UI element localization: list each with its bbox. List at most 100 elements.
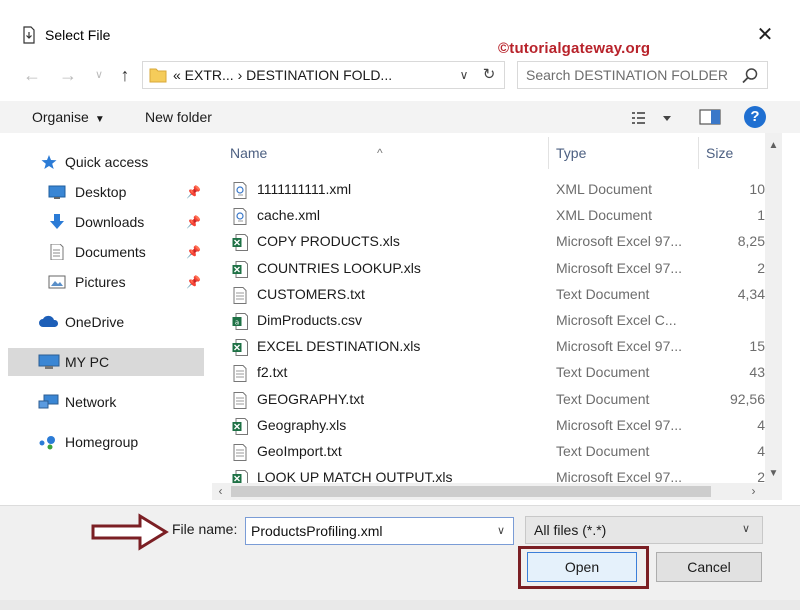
scroll-down-icon[interactable]: ▼	[765, 467, 782, 481]
title-bar: Select File ©tutorialgateway.org ✕	[0, 0, 800, 58]
file-row[interactable]: GeoImport.txt Text Document 4	[212, 438, 765, 464]
refresh-icon[interactable]: ↻	[479, 65, 499, 85]
sidebar-item-label: Downloads	[75, 214, 145, 230]
pin-icon: 📌	[186, 185, 201, 199]
back-arrow-icon[interactable]: ←	[22, 64, 42, 86]
scroll-right-icon[interactable]: ›	[745, 483, 762, 500]
sidebar-item-label: Quick access	[65, 154, 149, 170]
download-icon	[50, 214, 64, 229]
file-open-icon	[23, 26, 35, 44]
search-input[interactable]	[526, 66, 731, 84]
sidebar-item-homegroup[interactable]: Homegroup	[38, 428, 206, 456]
column-header-type[interactable]: Type	[556, 133, 696, 173]
file-size: 4	[757, 416, 765, 433]
file-type-select[interactable]: All files (*.*) ∨	[525, 516, 763, 544]
sidebar-item-pictures[interactable]: Pictures 📌	[48, 268, 206, 296]
file-row[interactable]: COUNTRIES LOOKUP.xls Microsoft Excel 97..…	[212, 255, 765, 281]
chevron-down-icon: ∨	[742, 523, 751, 535]
organise-button[interactable]: Organise ▼	[32, 109, 105, 125]
file-size: 15	[749, 338, 765, 355]
sidebar-item-desktop[interactable]: Desktop 📌	[48, 178, 206, 206]
xml-file-icon	[232, 207, 248, 226]
pin-icon: 📌	[186, 245, 201, 259]
computer-icon	[38, 354, 60, 369]
xml-file-icon	[232, 181, 248, 199]
file-row[interactable]: Geography.xls Microsoft Excel 97... 4	[212, 412, 765, 438]
file-type: Microsoft Excel 97...	[556, 469, 683, 483]
sidebar-item-label: Pictures	[75, 274, 126, 290]
watermark: ©tutorialgateway.org	[498, 40, 651, 57]
vertical-scrollbar[interactable]: ▲ ▼	[765, 133, 782, 483]
sidebar-item-quick-access[interactable]: Quick access	[40, 148, 200, 176]
scroll-corner	[765, 483, 782, 500]
column-header-size[interactable]: Size	[706, 133, 765, 173]
sidebar-item-network[interactable]: Network	[38, 388, 206, 416]
chevron-down-icon[interactable]: ∨	[493, 522, 509, 540]
sidebar-item-downloads[interactable]: Downloads 📌	[48, 208, 206, 236]
file-list: Name ^ Type Size 1111111111.xml XML Docum…	[212, 133, 765, 483]
file-row[interactable]: CUSTOMERS.txt Text Document 4,34	[212, 281, 765, 307]
address-path[interactable]: « EXTR... › DESTINATION FOLD...	[173, 67, 392, 83]
new-folder-button[interactable]: New folder	[145, 109, 212, 125]
preview-pane-icon[interactable]	[699, 109, 721, 125]
window-title: Select File	[45, 27, 111, 43]
help-icon[interactable]: ?	[744, 106, 766, 128]
annotation-arrow-icon	[91, 513, 169, 551]
address-bar[interactable]: « EXTR... › DESTINATION FOLD... ∨ ↻	[142, 61, 505, 89]
file-row[interactable]: EXCEL DESTINATION.xls Microsoft Excel 97.…	[212, 333, 765, 359]
file-type: Microsoft Excel 97...	[556, 259, 683, 276]
file-type: Text Document	[556, 390, 650, 407]
column-header-name[interactable]: Name	[230, 133, 540, 173]
sidebar-item-onedrive[interactable]: OneDrive	[38, 308, 206, 336]
chevron-down-icon[interactable]: ∨	[455, 65, 473, 85]
recent-locations-chevron-icon[interactable]: ∨	[92, 64, 106, 86]
file-name-label: File name:	[172, 521, 238, 537]
cancel-button[interactable]: Cancel	[656, 552, 762, 582]
file-type: Microsoft Excel 97...	[556, 338, 683, 355]
file-type: Text Document	[556, 443, 650, 459]
up-arrow-icon[interactable]: ↑	[114, 64, 136, 86]
scrollbar-thumb[interactable]	[231, 486, 711, 497]
sidebar-item-label: Desktop	[75, 184, 127, 200]
file-row[interactable]: cache.xml XML Document 1	[212, 202, 765, 228]
file-row[interactable]: f2.txt Text Document 43	[212, 359, 765, 385]
file-row[interactable]: LOOK UP MATCH OUTPUT.xls Microsoft Excel …	[212, 464, 765, 483]
file-name: cache.xml	[257, 207, 321, 224]
file-row[interactable]: GEOGRAPHY.txt Text Document 92,56	[212, 386, 765, 412]
file-row[interactable]: 1111111111.xml XML Document 10	[212, 176, 765, 202]
view-options-icon[interactable]	[630, 110, 676, 126]
search-icon[interactable]	[740, 66, 760, 86]
file-name-combobox[interactable]: ∨	[245, 517, 514, 545]
text-file-icon	[232, 286, 248, 304]
file-name: GEOGRAPHY.txt	[257, 390, 365, 407]
pictures-icon	[48, 275, 66, 289]
file-size: 2	[757, 469, 765, 483]
file-name: GeoImport.txt	[257, 443, 342, 459]
file-type: Microsoft Excel C...	[556, 312, 677, 328]
file-name-input[interactable]	[251, 522, 481, 540]
file-type: XML Document	[556, 207, 652, 224]
scroll-left-icon[interactable]: ‹	[212, 483, 229, 500]
network-icon	[38, 394, 59, 409]
open-button[interactable]: Open	[527, 552, 637, 582]
file-row[interactable]: a DimProducts.csv Microsoft Excel C...	[212, 307, 765, 333]
close-button[interactable]: ✕	[752, 22, 778, 48]
horizontal-scrollbar[interactable]: ‹ ›	[212, 483, 765, 500]
homegroup-icon	[39, 436, 55, 450]
file-row[interactable]: COPY PRODUCTS.xls Microsoft Excel 97... 8,…	[212, 228, 765, 254]
file-name: LOOK UP MATCH OUTPUT.xls	[257, 469, 453, 483]
command-toolbar: Organise ▼ New folder ?	[0, 101, 800, 133]
scroll-up-icon[interactable]: ▲	[765, 139, 782, 153]
column-divider[interactable]	[698, 137, 699, 169]
sidebar-item-label: OneDrive	[65, 314, 125, 330]
file-type: Microsoft Excel 97...	[556, 416, 683, 433]
sidebar-item-my-pc[interactable]: MY PC	[8, 348, 204, 376]
pin-icon: 📌	[186, 275, 201, 289]
sidebar-item-documents[interactable]: Documents 📌	[48, 238, 206, 266]
search-box[interactable]	[517, 61, 768, 89]
excel-file-icon	[232, 338, 248, 357]
forward-arrow-icon[interactable]: →	[58, 64, 78, 86]
csv-file-icon: a	[232, 312, 248, 330]
sidebar-item-label: MY PC	[65, 354, 110, 370]
column-divider[interactable]	[548, 137, 549, 169]
